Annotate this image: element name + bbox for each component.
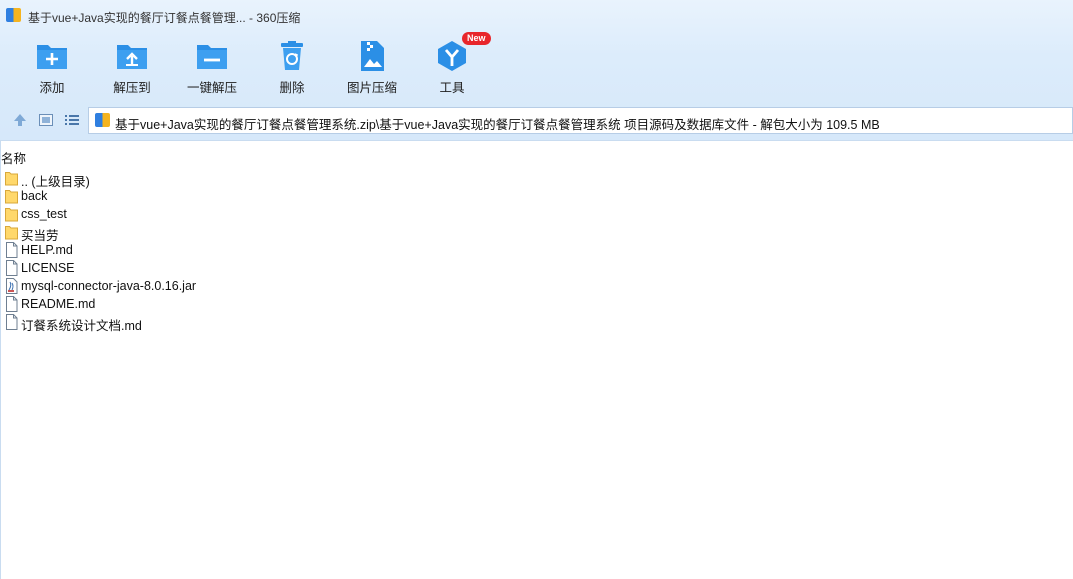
delete-icon (281, 41, 303, 70)
folder-row[interactable]: 买当劳 (0, 223, 1073, 243)
file-name: css_test (21, 207, 67, 221)
delete-button[interactable]: 删除 (257, 34, 327, 98)
delete-label: 删除 (279, 81, 305, 95)
add-folder-icon (37, 45, 67, 69)
extract-to-button[interactable]: 解压到 (97, 34, 167, 98)
navigation-row: 基于vue+Java实现的餐厅订餐点餐管理系统.zip\基于vue+Java实现… (0, 104, 1073, 136)
file-row[interactable]: HELP.md (0, 241, 1073, 259)
one-click-extract-label: 一键解压 (186, 81, 237, 95)
folder-icon (5, 208, 18, 222)
jar-file-icon (6, 278, 18, 294)
file-name: back (21, 189, 48, 203)
column-header-name[interactable]: 名称 (0, 145, 1073, 166)
file-name: mysql-connector-java-8.0.16.jar (21, 279, 197, 293)
file-row[interactable]: mysql-connector-java-8.0.16.jar (0, 277, 1073, 295)
file-list: .. (上级目录) back css_test 买当劳 HELP.md LICENSE my… (0, 169, 1073, 333)
up-arrow-icon[interactable] (12, 112, 28, 128)
file-name: HELP.md (21, 243, 73, 257)
new-badge: New (462, 32, 491, 45)
file-icon (6, 296, 18, 312)
top-panel: 基于vue+Java实现的餐厅订餐点餐管理... - 360压缩 添加 解压到 (0, 0, 1073, 141)
one-click-extract-icon (197, 45, 227, 69)
extract-to-icon (117, 45, 147, 69)
folder-icon (5, 190, 18, 204)
window-title: 基于vue+Java实现的餐厅订餐点餐管理... - 360压缩 (28, 11, 301, 25)
folder-icon (5, 226, 18, 240)
tools-button[interactable]: New 工具 (417, 32, 491, 98)
column-header-label: 名称 (1, 152, 27, 166)
file-name: LICENSE (21, 261, 75, 275)
add-button[interactable]: 添加 (17, 34, 87, 98)
file-name: 订餐系统设计文档.md (21, 319, 142, 333)
app-icon (6, 8, 21, 22)
file-row[interactable]: README.md (0, 295, 1073, 313)
file-name: README.md (21, 297, 96, 311)
folder-icon (5, 172, 18, 186)
file-icon (6, 242, 18, 258)
tools-icon (438, 41, 466, 71)
file-row[interactable]: LICENSE (0, 259, 1073, 277)
title-bar: 基于vue+Java实现的餐厅订餐点餐管理... - 360压缩 (0, 0, 1073, 32)
address-bar[interactable]: 基于vue+Java实现的餐厅订餐点餐管理系统.zip\基于vue+Java实现… (88, 107, 1073, 134)
extract-to-label: 解压到 (113, 81, 151, 95)
file-icon (6, 260, 18, 276)
image-compress-label: 图片压缩 (346, 81, 397, 95)
one-click-extract-button[interactable]: 一键解压 (177, 34, 247, 98)
list-view-icon[interactable] (64, 112, 80, 128)
folder-row[interactable]: back (0, 187, 1073, 205)
add-label: 添加 (39, 81, 65, 95)
file-icon (6, 314, 18, 330)
toolbar: 添加 解压到 一键解压 删除 图片压缩 New 工具 (0, 32, 1073, 98)
thumbnail-view-icon[interactable] (38, 112, 54, 128)
file-row[interactable]: 订餐系统设计文档.md (0, 313, 1073, 333)
tools-label: 工具 (439, 81, 465, 95)
folder-row[interactable]: .. (上级目录) (0, 169, 1073, 189)
address-path: 基于vue+Java实现的餐厅订餐点餐管理系统.zip\基于vue+Java实现… (115, 118, 880, 132)
archive-icon (95, 113, 110, 127)
image-compress-icon (361, 41, 384, 71)
image-compress-button[interactable]: 图片压缩 (337, 34, 407, 98)
folder-row[interactable]: css_test (0, 205, 1073, 223)
